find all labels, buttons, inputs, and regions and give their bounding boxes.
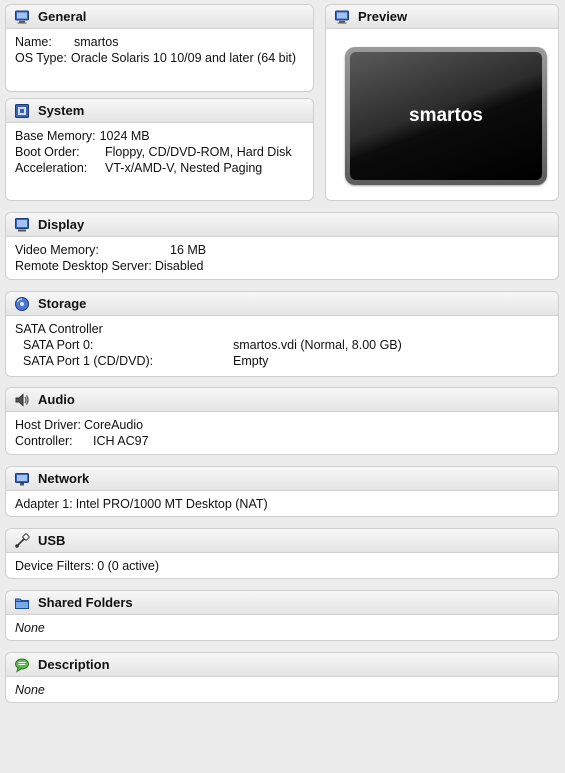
storage-port-row: SATA Port 1 (CD/DVD): Empty [15,353,549,369]
display-panel: Display Video Memory: 16 MB Remote Deskt… [5,212,559,280]
preview-screen: smartos [350,52,542,180]
system-title: System [38,103,85,118]
display-icon [14,217,30,233]
network-header[interactable]: Network [6,467,558,491]
preview-screen-frame: smartos [345,47,547,185]
system-header[interactable]: System [6,99,313,123]
storage-port-row: SATA Port 0: smartos.vdi (Normal, 8.00 G… [15,337,549,353]
system-boot-label: Boot Order: [15,145,80,159]
preview-panel: Preview smartos [325,4,559,201]
network-panel: Network Adapter 1: Intel PRO/1000 MT Des… [5,466,559,517]
system-accel-row: Acceleration: VT-x/AMD-V, Nested Paging [15,160,304,176]
network-title: Network [38,471,90,486]
system-accel-value: VT-x/AMD-V, Nested Paging [105,161,263,175]
audio-controller-value: ICH AC97 [93,434,149,448]
usb-filters-value: 0 (0 active) [97,559,160,573]
display-rds-label: Remote Desktop Server: [15,259,152,273]
network-adapter-label: Adapter 1: [15,497,73,511]
storage-panel: Storage SATA Controller SATA Port 0: sma… [5,291,559,377]
description-header[interactable]: Description [6,653,558,677]
audio-header[interactable]: Audio [6,388,558,412]
general-panel: General Name: smartos OS Type: Oracle So… [5,4,314,92]
usb-title: USB [38,533,66,548]
usb-icon [14,532,30,549]
display-video-row: Video Memory: 16 MB [15,242,549,258]
general-name-value: smartos [74,35,119,49]
description-value: None [15,683,45,697]
system-memory-row: Base Memory: 1024 MB [15,128,304,144]
display-header[interactable]: Display [6,213,558,237]
usb-filters-label: Device Filters: [15,559,95,573]
shared-folders-value: None [15,621,45,635]
network-adapter-row: Adapter 1: Intel PRO/1000 MT Desktop (NA… [15,496,549,512]
chip-icon [14,103,30,119]
display-video-label: Video Memory: [15,243,99,257]
monitor-icon [334,9,350,25]
storage-port-value: Empty [233,354,269,368]
display-video-value: 16 MB [170,243,207,257]
general-os-row: OS Type: Oracle Solaris 10 10/09 and lat… [15,50,304,66]
general-os-value: Oracle Solaris 10 10/09 and later (64 bi… [70,51,297,65]
general-os-label: OS Type: [15,51,67,65]
storage-port-label: SATA Port 1 (CD/DVD): [23,354,154,368]
audio-driver-value: CoreAudio [83,418,144,432]
storage-port-label: SATA Port 0: [23,338,94,352]
system-memory-value: 1024 MB [99,129,150,143]
storage-controller: SATA Controller [15,322,103,336]
disk-icon [14,296,30,312]
system-accel-label: Acceleration: [15,161,88,175]
usb-filters-row: Device Filters: 0 (0 active) [15,558,549,574]
system-boot-row: Boot Order: Floppy, CD/DVD-ROM, Hard Dis… [15,144,304,160]
shared-folders-title: Shared Folders [38,595,133,610]
storage-title: Storage [38,296,87,311]
general-name-label: Name: [15,35,52,49]
speech-bubble-icon [14,657,30,673]
audio-driver-row: Host Driver: CoreAudio [15,417,549,433]
audio-driver-label: Host Driver: [15,418,81,432]
system-boot-value: Floppy, CD/DVD-ROM, Hard Disk [105,145,292,159]
display-title: Display [38,217,85,232]
system-memory-label: Base Memory: [15,129,96,143]
preview-header[interactable]: Preview [326,5,558,29]
storage-port-value: smartos.vdi (Normal, 8.00 GB) [233,338,402,352]
monitor-icon [14,9,30,25]
audio-controller-label: Controller: [15,434,73,448]
usb-panel: USB Device Filters: 0 (0 active) [5,528,559,579]
speaker-icon [14,392,30,408]
general-title: General [38,9,87,24]
network-adapter-value: Intel PRO/1000 MT Desktop (NAT) [75,497,268,511]
audio-panel: Audio Host Driver: CoreAudio Controller:… [5,387,559,455]
shared-folders-panel: Shared Folders None [5,590,559,641]
audio-controller-row: Controller: ICH AC97 [15,433,549,449]
description-panel: Description None [5,652,559,703]
preview-title: Preview [358,9,408,24]
shared-folders-header[interactable]: Shared Folders [6,591,558,615]
general-header[interactable]: General [6,5,313,29]
preview-screen-text: smartos [409,105,483,126]
storage-header[interactable]: Storage [6,292,558,316]
folder-icon [14,595,30,611]
system-panel: System Base Memory: 1024 MB Boot Order: … [5,98,314,201]
usb-header[interactable]: USB [6,529,558,553]
audio-title: Audio [38,392,75,407]
display-rds-value: Disabled [154,259,204,273]
network-icon [14,471,30,487]
general-name-row: Name: smartos [15,34,304,50]
display-rds-row: Remote Desktop Server: Disabled [15,258,549,274]
description-title: Description [38,657,110,672]
